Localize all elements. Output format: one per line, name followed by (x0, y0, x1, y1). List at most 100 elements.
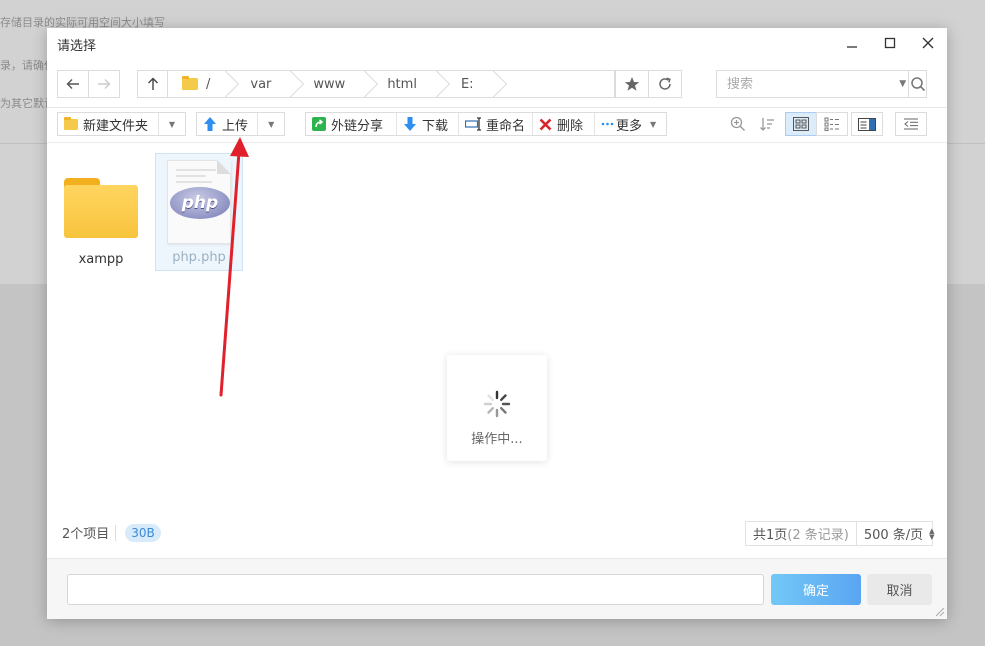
file-item-folder[interactable]: xampp (57, 154, 145, 272)
upload-button[interactable]: 上传 (197, 113, 259, 135)
search-input[interactable] (717, 71, 897, 97)
search-box: ▼ (716, 70, 927, 98)
breadcrumb-empty-area[interactable] (496, 71, 614, 97)
more-icon (601, 122, 614, 126)
split-view-icon (858, 117, 876, 131)
loading-toast: 操作中... (447, 355, 547, 461)
up-directory-button[interactable] (138, 71, 168, 97)
view-list-button[interactable] (816, 112, 848, 136)
list-view-icon (824, 117, 839, 131)
rename-label: 重命名 (486, 118, 526, 134)
breadcrumb: / var www html E: (137, 70, 615, 98)
status-info: 2个项目 30B (62, 523, 161, 542)
record-count: (2 条记录) (787, 528, 849, 543)
item-count: 2个项目 (62, 527, 110, 542)
file-name: xampp (78, 252, 124, 267)
breadcrumb-label: / (206, 76, 211, 92)
minimize-icon (847, 46, 857, 48)
breadcrumb-item-root[interactable]: / (168, 71, 228, 97)
dialog-title: 请选择 (57, 39, 97, 54)
breadcrumb-label: html (387, 76, 417, 92)
file-name: php.php (172, 250, 226, 265)
outdent-icon (904, 118, 918, 130)
rename-icon (465, 117, 481, 131)
download-label: 下载 (422, 118, 449, 134)
page-count: 共1页 (753, 528, 788, 543)
more-label: 更多 (616, 118, 643, 134)
upload-icon (203, 116, 217, 132)
pagination: 共1页 (2 条记录) 500 条/页 ▲ ▼ (745, 521, 935, 546)
breadcrumb-label: E: (460, 76, 474, 92)
divider (47, 107, 947, 108)
arrow-left-icon (66, 79, 79, 89)
delete-icon (539, 118, 552, 131)
sidebar-toggle-button[interactable] (895, 112, 927, 136)
forward-button[interactable] (88, 70, 120, 98)
dialog-titlebar: 请选择 (47, 28, 947, 58)
resize-grip-icon[interactable] (935, 607, 945, 617)
star-icon (624, 77, 640, 91)
view-icons-button[interactable] (785, 112, 817, 136)
new-folder-label: 新建文件夹 (83, 118, 149, 134)
arrow-right-icon (98, 79, 111, 89)
upload-group: 上传 ▼ (196, 112, 285, 136)
new-folder-group: 新建文件夹 ▼ (57, 112, 186, 136)
updown-icon: ▲ ▼ (929, 526, 935, 541)
delete-button[interactable]: 删除 (533, 113, 595, 135)
grid-view-icon (793, 117, 809, 131)
new-folder-dropdown[interactable]: ▼ (159, 113, 185, 135)
search-icon (910, 77, 925, 92)
refresh-button[interactable] (648, 70, 682, 98)
cancel-button[interactable]: 取消 (867, 574, 932, 605)
page-info: 共1页 (2 条记录) (746, 522, 857, 545)
close-button[interactable] (915, 32, 941, 54)
sort-button[interactable] (758, 116, 776, 132)
share-link-label: 外链分享 (331, 118, 384, 134)
divider (47, 142, 947, 143)
php-file-icon: php (167, 160, 231, 244)
search-dropdown[interactable]: ▼ (897, 71, 908, 97)
page-size-value: 500 条/页 (863, 528, 924, 543)
share-link-button[interactable]: 外链分享 (306, 113, 397, 135)
favorite-button[interactable] (615, 70, 649, 98)
delete-label: 删除 (557, 118, 584, 134)
breadcrumb-item-www[interactable]: www (293, 71, 367, 97)
caret-down-icon: ▼ (168, 119, 176, 129)
view-split-button[interactable] (851, 112, 883, 136)
arrow-up-icon (147, 77, 158, 90)
spinner-icon (483, 390, 511, 418)
file-item-php[interactable]: php php.php (155, 153, 243, 271)
zoom-in-icon (730, 116, 745, 131)
maximize-icon (884, 37, 896, 49)
selected-path-input[interactable] (67, 574, 764, 605)
size-badge: 30B (125, 523, 161, 542)
caret-down-icon: ▼ (268, 119, 275, 129)
folder-icon (64, 116, 78, 130)
search-button[interactable] (908, 71, 926, 97)
folder-icon (182, 76, 198, 90)
more-button[interactable]: 更多 ▼ (595, 113, 666, 135)
loading-text: 操作中... (471, 432, 523, 447)
caret-down-icon: ▼ (650, 119, 657, 129)
confirm-button[interactable]: 确定 (771, 574, 861, 605)
share-icon (312, 117, 326, 131)
maximize-button[interactable] (877, 32, 903, 54)
download-icon (403, 116, 417, 132)
upload-dropdown[interactable]: ▼ (258, 113, 284, 135)
refresh-icon (659, 77, 671, 90)
close-icon (922, 37, 934, 49)
rename-button[interactable]: 重命名 (459, 113, 533, 135)
upload-label: 上传 (222, 118, 249, 134)
download-button[interactable]: 下载 (397, 113, 459, 135)
breadcrumb-label: www (313, 76, 346, 92)
back-button[interactable] (57, 70, 89, 98)
select-dialog: 请选择 / var www html E: 搜索 ▼ 新建文件夹 ▼ 上传 ▼ … (47, 28, 947, 619)
file-actions-group: 外链分享 下载 重命名 删除 更多 ▼ (305, 112, 667, 136)
folder-icon (64, 178, 138, 238)
page-size-select[interactable]: 500 条/页 ▲ ▼ (857, 522, 940, 545)
new-folder-button[interactable]: 新建文件夹 (58, 113, 159, 135)
zoom-button[interactable] (729, 116, 747, 132)
breadcrumb-label: var (250, 76, 272, 92)
caret-down-icon: ▼ (899, 79, 907, 89)
minimize-button[interactable] (839, 32, 865, 54)
